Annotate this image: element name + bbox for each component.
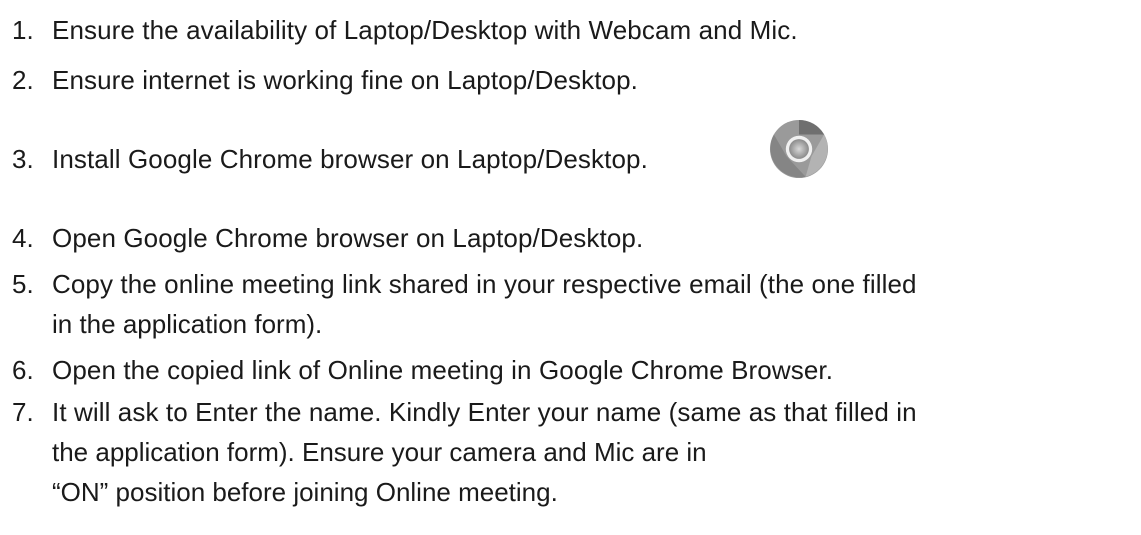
list-item-text: Open the copied link of Online meeting i… (52, 355, 834, 385)
list-item-text: Ensure the availability of Laptop/Deskto… (52, 15, 798, 45)
list-item: 5. Copy the online meeting link shared in… (12, 266, 917, 302)
list-item-continuation: the application form). Ensure your camer… (52, 437, 707, 467)
list-item-number: 1. (12, 15, 34, 45)
list-item-number: 7. (12, 397, 34, 427)
list-item: 7. It will ask to Enter the name. Kindly … (12, 394, 917, 430)
list-item: 3. Install Google Chrome browser on Lapto… (12, 141, 648, 177)
list-item: 4. Open Google Chrome browser on Laptop/D… (12, 220, 643, 256)
list-item-text: Copy the online meeting link shared in y… (52, 269, 917, 299)
list-item-number: 5. (12, 269, 34, 299)
chrome-logo-icon (769, 119, 829, 179)
list-item-number: 6. (12, 355, 34, 385)
list-item-number: 4. (12, 223, 34, 253)
list-item-number: 2. (12, 65, 34, 95)
list-item-text: It will ask to Enter the name. Kindly En… (52, 397, 917, 427)
list-item-continuation: in the application form). (52, 309, 323, 339)
list-item-continuation: “ON” position before joining Online meet… (52, 477, 558, 507)
list-item-text: Open Google Chrome browser on Laptop/Des… (52, 223, 644, 253)
instructions-page: 1. Ensure the availability of Laptop/Desk… (0, 0, 1141, 535)
list-item-text: Install Google Chrome browser on Laptop/… (52, 144, 648, 174)
list-item: 6. Open the copied link of Online meeting… (12, 352, 833, 388)
list-item: 1. Ensure the availability of Laptop/Desk… (12, 12, 798, 48)
list-item: 2. Ensure internet is working fine on Lap… (12, 62, 638, 98)
list-item-text: Ensure internet is working fine on Lapto… (52, 65, 639, 95)
list-item-number: 3. (12, 144, 34, 174)
